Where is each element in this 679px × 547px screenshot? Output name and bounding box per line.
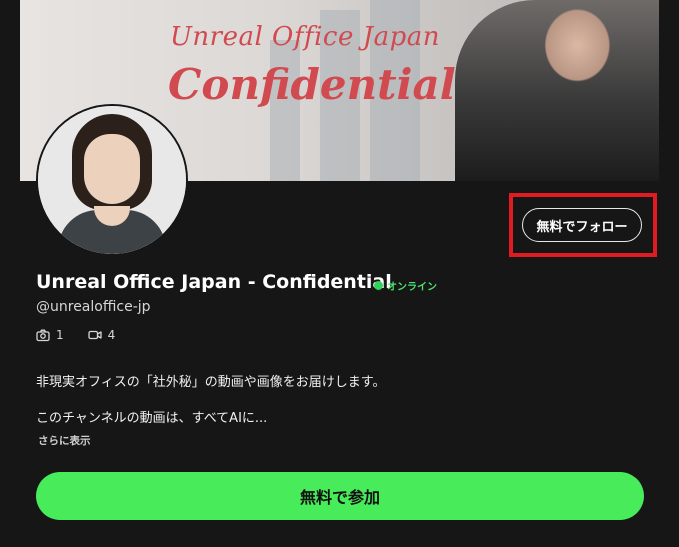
video-camera-icon bbox=[87, 330, 102, 340]
channel-name: Unreal Office Japan - Confidential bbox=[36, 271, 392, 293]
description-line1: 非現実オフィスの「社外秘」の動画や画像をお届けします。 bbox=[36, 375, 386, 390]
description-line2: このチャンネルの動画は、すべてAIに... bbox=[36, 411, 268, 426]
join-free-button[interactable]: 無料で参加 bbox=[36, 472, 644, 520]
online-dot-icon bbox=[374, 281, 383, 290]
banner-title-line1: Unreal Office Japan bbox=[170, 22, 440, 52]
avatar[interactable] bbox=[36, 104, 188, 256]
media-stats: 1 4 bbox=[36, 328, 115, 342]
camera-icon bbox=[36, 329, 50, 342]
online-status-text: オンライン bbox=[387, 282, 437, 293]
follow-button[interactable]: 無料でフォロー bbox=[522, 208, 642, 242]
show-more-link[interactable]: さらに表示 bbox=[38, 433, 91, 448]
channel-handle: @unrealoffice-jp bbox=[36, 299, 151, 315]
banner-title-line2: Confidential bbox=[168, 60, 456, 109]
photo-count: 1 bbox=[56, 328, 64, 342]
online-status: オンライン bbox=[374, 278, 437, 293]
banner-photo bbox=[455, 0, 659, 181]
video-count: 4 bbox=[107, 328, 116, 342]
